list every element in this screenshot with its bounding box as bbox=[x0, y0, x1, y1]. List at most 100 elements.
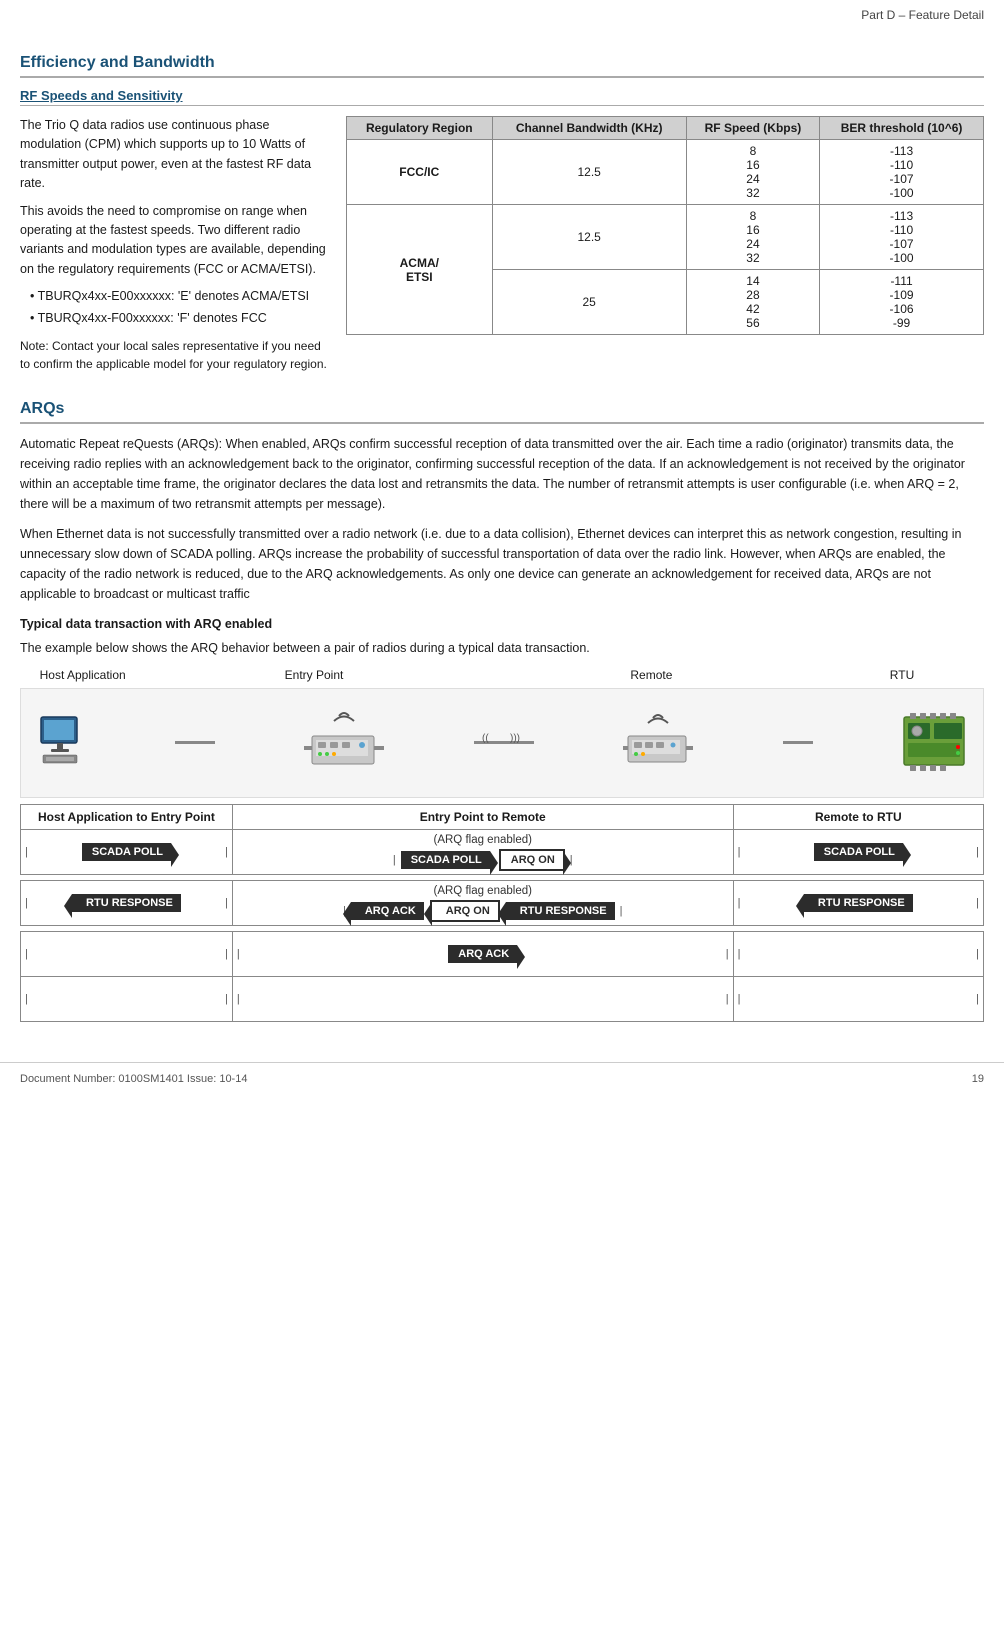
section1-title: Efficiency and Bandwidth bbox=[20, 54, 984, 78]
cell-row1-col1: | SCADA POLL | bbox=[21, 830, 232, 874]
td-row3-col1: | | bbox=[21, 931, 233, 976]
table-row-1: | SCADA POLL | (ARQ flag enabled) | SCAD… bbox=[21, 829, 984, 874]
th-remote-to-rtu: Remote to RTU bbox=[733, 804, 983, 829]
td-acma-ber1: -113-110-107-100 bbox=[820, 205, 984, 270]
arq-on-badge-2: ARQ ON bbox=[430, 900, 500, 922]
rtu-response-badge-2: RTU RESPONSE bbox=[506, 902, 615, 920]
multi-badge-row1: | SCADA POLL ARQ ON | bbox=[237, 848, 729, 872]
wireless-signal-svg: (( ))) bbox=[474, 733, 534, 753]
rf-speeds-layout: The Trio Q data radios use continuous ph… bbox=[20, 116, 984, 382]
table-row-3: | | | ARQ ACK | | | bbox=[21, 931, 984, 976]
td-row4-col1: | | bbox=[21, 976, 233, 1021]
page-number: 19 bbox=[972, 1073, 984, 1085]
cell-row1-col3: | SCADA POLL | bbox=[734, 830, 983, 874]
arq-ack-badge-2: ARQ ACK bbox=[448, 945, 517, 963]
th-rf-speed: RF Speed (Kbps) bbox=[686, 117, 819, 140]
table-row-fcc: FCC/IC 12.5 8162432 -113-110-107-100 bbox=[347, 140, 984, 205]
transaction-header-row: Host Application to Entry Point Entry Po… bbox=[21, 804, 984, 829]
page-header: Part D – Feature Detail bbox=[0, 0, 1004, 26]
typical-body: The example below shows the ARQ behavior… bbox=[20, 638, 984, 658]
rtu-device-icon bbox=[902, 713, 967, 773]
arq-label-row2: (ARQ flag enabled) bbox=[237, 883, 729, 899]
td-fcc-region: FCC/IC bbox=[347, 140, 493, 205]
entry-label: Entry Point bbox=[145, 668, 482, 682]
remote-label: Remote bbox=[483, 668, 820, 682]
table-header-row: Regulatory Region Channel Bandwidth (KHz… bbox=[347, 117, 984, 140]
device-labels-row: Host Application Entry Point Remote RTU bbox=[20, 668, 984, 684]
td-row2-col1: | RTU RESPONSE | bbox=[21, 880, 233, 925]
cable-1 bbox=[175, 741, 215, 744]
td-fcc-bw: 12.5 bbox=[492, 140, 686, 205]
multi-badge-row2: | ARQ ACK ARQ ON RTU RESPONSE | bbox=[237, 899, 729, 923]
transaction-table: Host Application to Entry Point Entry Po… bbox=[20, 804, 984, 1022]
cell-row3-col2: | ARQ ACK | bbox=[233, 932, 733, 976]
td-row1-col2: (ARQ flag enabled) | SCADA POLL ARQ ON | bbox=[232, 829, 733, 874]
rf-note: Note: Contact your local sales represent… bbox=[20, 337, 330, 374]
arq-para2: When Ethernet data is not successfully t… bbox=[20, 524, 984, 604]
td-acma-bw2: 25 bbox=[492, 270, 686, 335]
host-label: Host Application bbox=[20, 668, 145, 684]
host-computer-svg bbox=[37, 715, 85, 770]
cell-row1-col2: (ARQ flag enabled) | SCADA POLL ARQ ON | bbox=[233, 830, 733, 874]
th-ber: BER threshold (10^6) bbox=[820, 117, 984, 140]
table-row-4: | | | | | | bbox=[21, 976, 984, 1021]
rf-bullets: • TBURQx4xx-E00xxxxxx: 'E' denotes ACMA/… bbox=[20, 287, 330, 329]
td-row4-col3: | | bbox=[733, 976, 983, 1021]
th-entry-to-remote: Entry Point to Remote bbox=[232, 804, 733, 829]
td-row3-col3: | | bbox=[733, 931, 983, 976]
th-bandwidth: Channel Bandwidth (KHz) bbox=[492, 117, 686, 140]
bullet1: • TBURQx4xx-E00xxxxxx: 'E' denotes ACMA/… bbox=[20, 287, 330, 306]
cell-row4-col2: | | bbox=[233, 977, 733, 1021]
typical-heading: Typical data transaction with ARQ enable… bbox=[20, 614, 984, 634]
td-row2-col2: (ARQ flag enabled) | ARQ ACK ARQ ON RTU … bbox=[232, 880, 733, 925]
cell-row3-col3: | | bbox=[734, 932, 983, 976]
td-acma-bw1: 12.5 bbox=[492, 205, 686, 270]
cell-row2-col2: (ARQ flag enabled) | ARQ ACK ARQ ON RTU … bbox=[233, 881, 733, 925]
rf-body1: The Trio Q data radios use continuous ph… bbox=[20, 116, 330, 194]
rtu-response-badge-3: RTU RESPONSE bbox=[804, 894, 913, 912]
th-regulatory: Regulatory Region bbox=[347, 117, 493, 140]
rtu-svg bbox=[902, 713, 967, 773]
td-acma-ber2: -111-109-106-99 bbox=[820, 270, 984, 335]
svg-text:))): ))) bbox=[510, 733, 520, 744]
rf-speeds-table: Regulatory Region Channel Bandwidth (KHz… bbox=[346, 116, 984, 335]
arq-ack-badge-1: ARQ ACK bbox=[351, 902, 424, 920]
arq-diagram-area: Host Application Entry Point Remote RTU bbox=[20, 668, 984, 798]
rtu-label: RTU bbox=[820, 668, 984, 682]
doc-number: Document Number: 0100SM1401 Issue: 10-14 bbox=[20, 1073, 247, 1085]
rf-table-column: Regulatory Region Channel Bandwidth (KHz… bbox=[346, 116, 984, 382]
cell-row3-col1: | | bbox=[21, 932, 232, 976]
td-acma-speeds2: 14284256 bbox=[686, 270, 819, 335]
main-content: Efficiency and Bandwidth RF Speeds and S… bbox=[0, 26, 1004, 1042]
arq-on-badge-1: ARQ ON bbox=[499, 849, 565, 871]
td-row1-col1: | SCADA POLL | bbox=[21, 829, 233, 874]
td-fcc-ber: -113-110-107-100 bbox=[820, 140, 984, 205]
rf-text-column: The Trio Q data radios use continuous ph… bbox=[20, 116, 330, 382]
td-fcc-speeds: 8162432 bbox=[686, 140, 819, 205]
td-row4-col2: | | bbox=[232, 976, 733, 1021]
entry-device-icon bbox=[304, 708, 384, 778]
cell-row2-col1: | RTU RESPONSE | bbox=[21, 881, 232, 925]
td-row2-col3: | RTU RESPONSE | bbox=[733, 880, 983, 925]
wireless-link: (( ))) bbox=[474, 741, 534, 744]
arq-para1: Automatic Repeat reQuests (ARQs): When e… bbox=[20, 434, 984, 514]
scada-poll-badge-3: SCADA POLL bbox=[814, 843, 903, 861]
td-acma-speeds1: 8162432 bbox=[686, 205, 819, 270]
cell-row4-col1: | | bbox=[21, 977, 232, 1021]
scada-poll-badge-1: SCADA POLL bbox=[82, 843, 171, 861]
svg-text:((: (( bbox=[482, 733, 489, 744]
bullet2: • TBURQx4xx-F00xxxxxx: 'F' denotes FCC bbox=[20, 309, 330, 328]
table-row-acma-1: ACMA/ETSI 12.5 8162432 -113-110-107-100 bbox=[347, 205, 984, 270]
device-icons-area: (( ))) bbox=[20, 688, 984, 798]
cable-2 bbox=[783, 741, 813, 744]
scada-poll-badge-2: SCADA POLL bbox=[401, 851, 490, 869]
page-footer: Document Number: 0100SM1401 Issue: 10-14… bbox=[0, 1062, 1004, 1095]
td-row1-col3: | SCADA POLL | bbox=[733, 829, 983, 874]
remote-svg bbox=[623, 710, 693, 775]
remote-device-icon bbox=[623, 710, 693, 775]
table-row-2: | RTU RESPONSE | (ARQ flag enabled) | AR… bbox=[21, 880, 984, 925]
td-acma-region: ACMA/ETSI bbox=[347, 205, 493, 335]
cell-row4-col3: | | bbox=[734, 977, 983, 1021]
host-device-icon bbox=[37, 715, 85, 770]
rtu-response-badge-1: RTU RESPONSE bbox=[72, 894, 181, 912]
